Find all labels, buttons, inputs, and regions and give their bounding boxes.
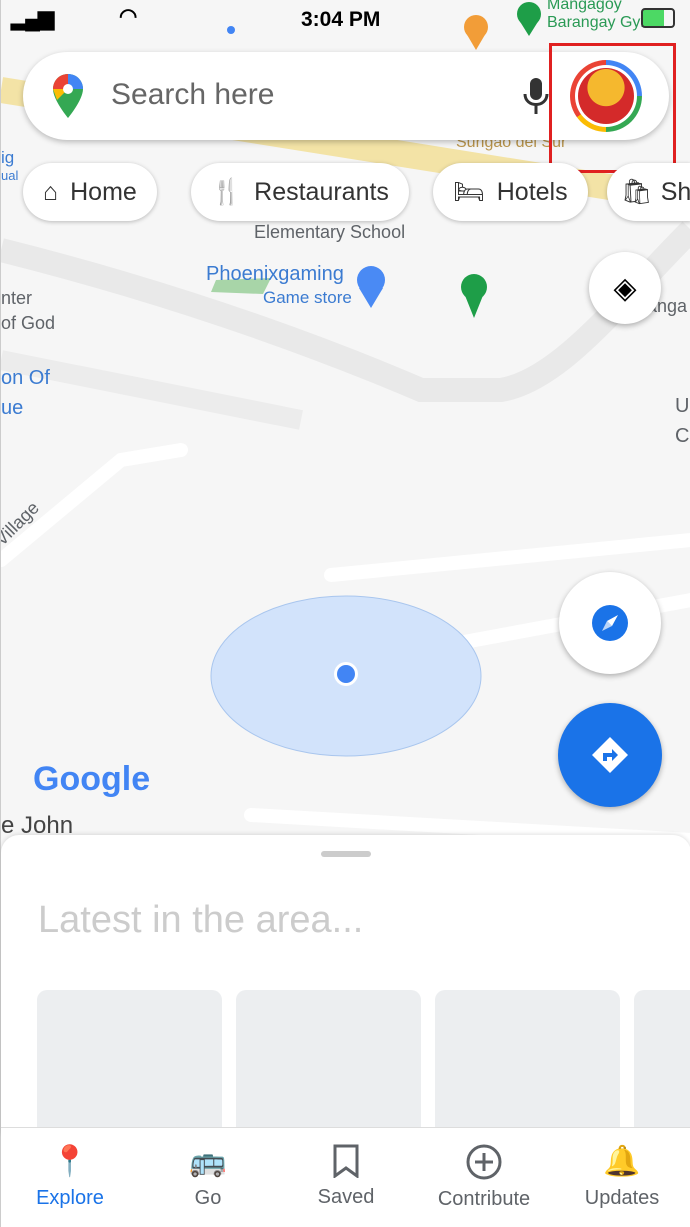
map-label: ue	[1, 397, 24, 419]
google-logo: Google	[33, 760, 151, 798]
map-label: on Of	[1, 367, 50, 389]
map-label: ual	[1, 168, 19, 183]
sheet-title: Latest in the area...	[38, 899, 364, 941]
bottom-nav: 📍 Explore 🚌 Go Saved Contribute 🔔 Updates	[1, 1127, 690, 1227]
layers-icon: ◈	[613, 271, 637, 305]
content-card[interactable]	[634, 990, 690, 1140]
chip-home[interactable]: ⌂ Home	[23, 163, 157, 221]
directions-icon	[592, 737, 628, 773]
search-input[interactable]: Search here	[111, 78, 274, 112]
map-label: of God	[1, 313, 56, 333]
bookmark-icon	[333, 1144, 359, 1178]
nav-contribute[interactable]: Contribute	[415, 1128, 553, 1227]
maps-logo-icon	[53, 74, 83, 118]
map-label: C	[675, 425, 690, 447]
location-pin-icon: 📍	[51, 1145, 89, 1178]
commute-icon: 🚌	[189, 1145, 227, 1178]
content-card[interactable]	[236, 990, 421, 1140]
status-time: 3:04 PM	[301, 8, 381, 31]
chip-restaurants[interactable]: 🍴 Restaurants	[191, 163, 409, 221]
wifi-icon: ◠	[119, 5, 138, 28]
directions-button[interactable]	[558, 703, 662, 807]
home-icon: ⌂	[43, 177, 59, 206]
add-circle-icon	[466, 1144, 502, 1180]
map-label: U	[675, 395, 690, 417]
bottom-sheet[interactable]: Latest in the area...	[1, 835, 690, 1140]
layers-button[interactable]: ◈	[589, 252, 661, 324]
battery-icon	[641, 8, 675, 28]
drag-handle[interactable]	[321, 851, 371, 857]
chip-hotels[interactable]: 🛏 Hotels	[433, 163, 588, 221]
map-label: Game store	[263, 288, 352, 307]
location-button[interactable]	[559, 572, 661, 674]
shopping-bag-icon: 🛍	[621, 177, 653, 206]
nav-saved[interactable]: Saved	[277, 1128, 415, 1227]
map-label: nter	[1, 288, 33, 308]
chip-shopping[interactable]: 🛍 Sh	[607, 163, 690, 221]
bell-icon: 🔔	[603, 1145, 641, 1178]
bed-icon: 🛏	[453, 177, 485, 206]
microphone-icon[interactable]	[523, 78, 549, 114]
map-label: Elementary School	[254, 222, 406, 242]
map-label-store[interactable]: Phoenixgaming	[206, 263, 344, 286]
nav-go[interactable]: 🚌 Go	[139, 1128, 277, 1227]
compass-icon	[592, 605, 628, 641]
signal-icon: ▂▄▆	[11, 7, 54, 30]
status-bar: ▂▄▆ ◠ 3:04 PM	[1, 4, 690, 34]
content-card[interactable]	[435, 990, 620, 1140]
nav-explore[interactable]: 📍 Explore	[1, 1128, 139, 1227]
content-card[interactable]	[37, 990, 222, 1140]
nav-updates[interactable]: 🔔 Updates	[553, 1128, 690, 1227]
fork-knife-icon: 🍴	[211, 177, 243, 206]
map-label: ig	[1, 148, 15, 167]
highlight-box	[549, 43, 676, 173]
